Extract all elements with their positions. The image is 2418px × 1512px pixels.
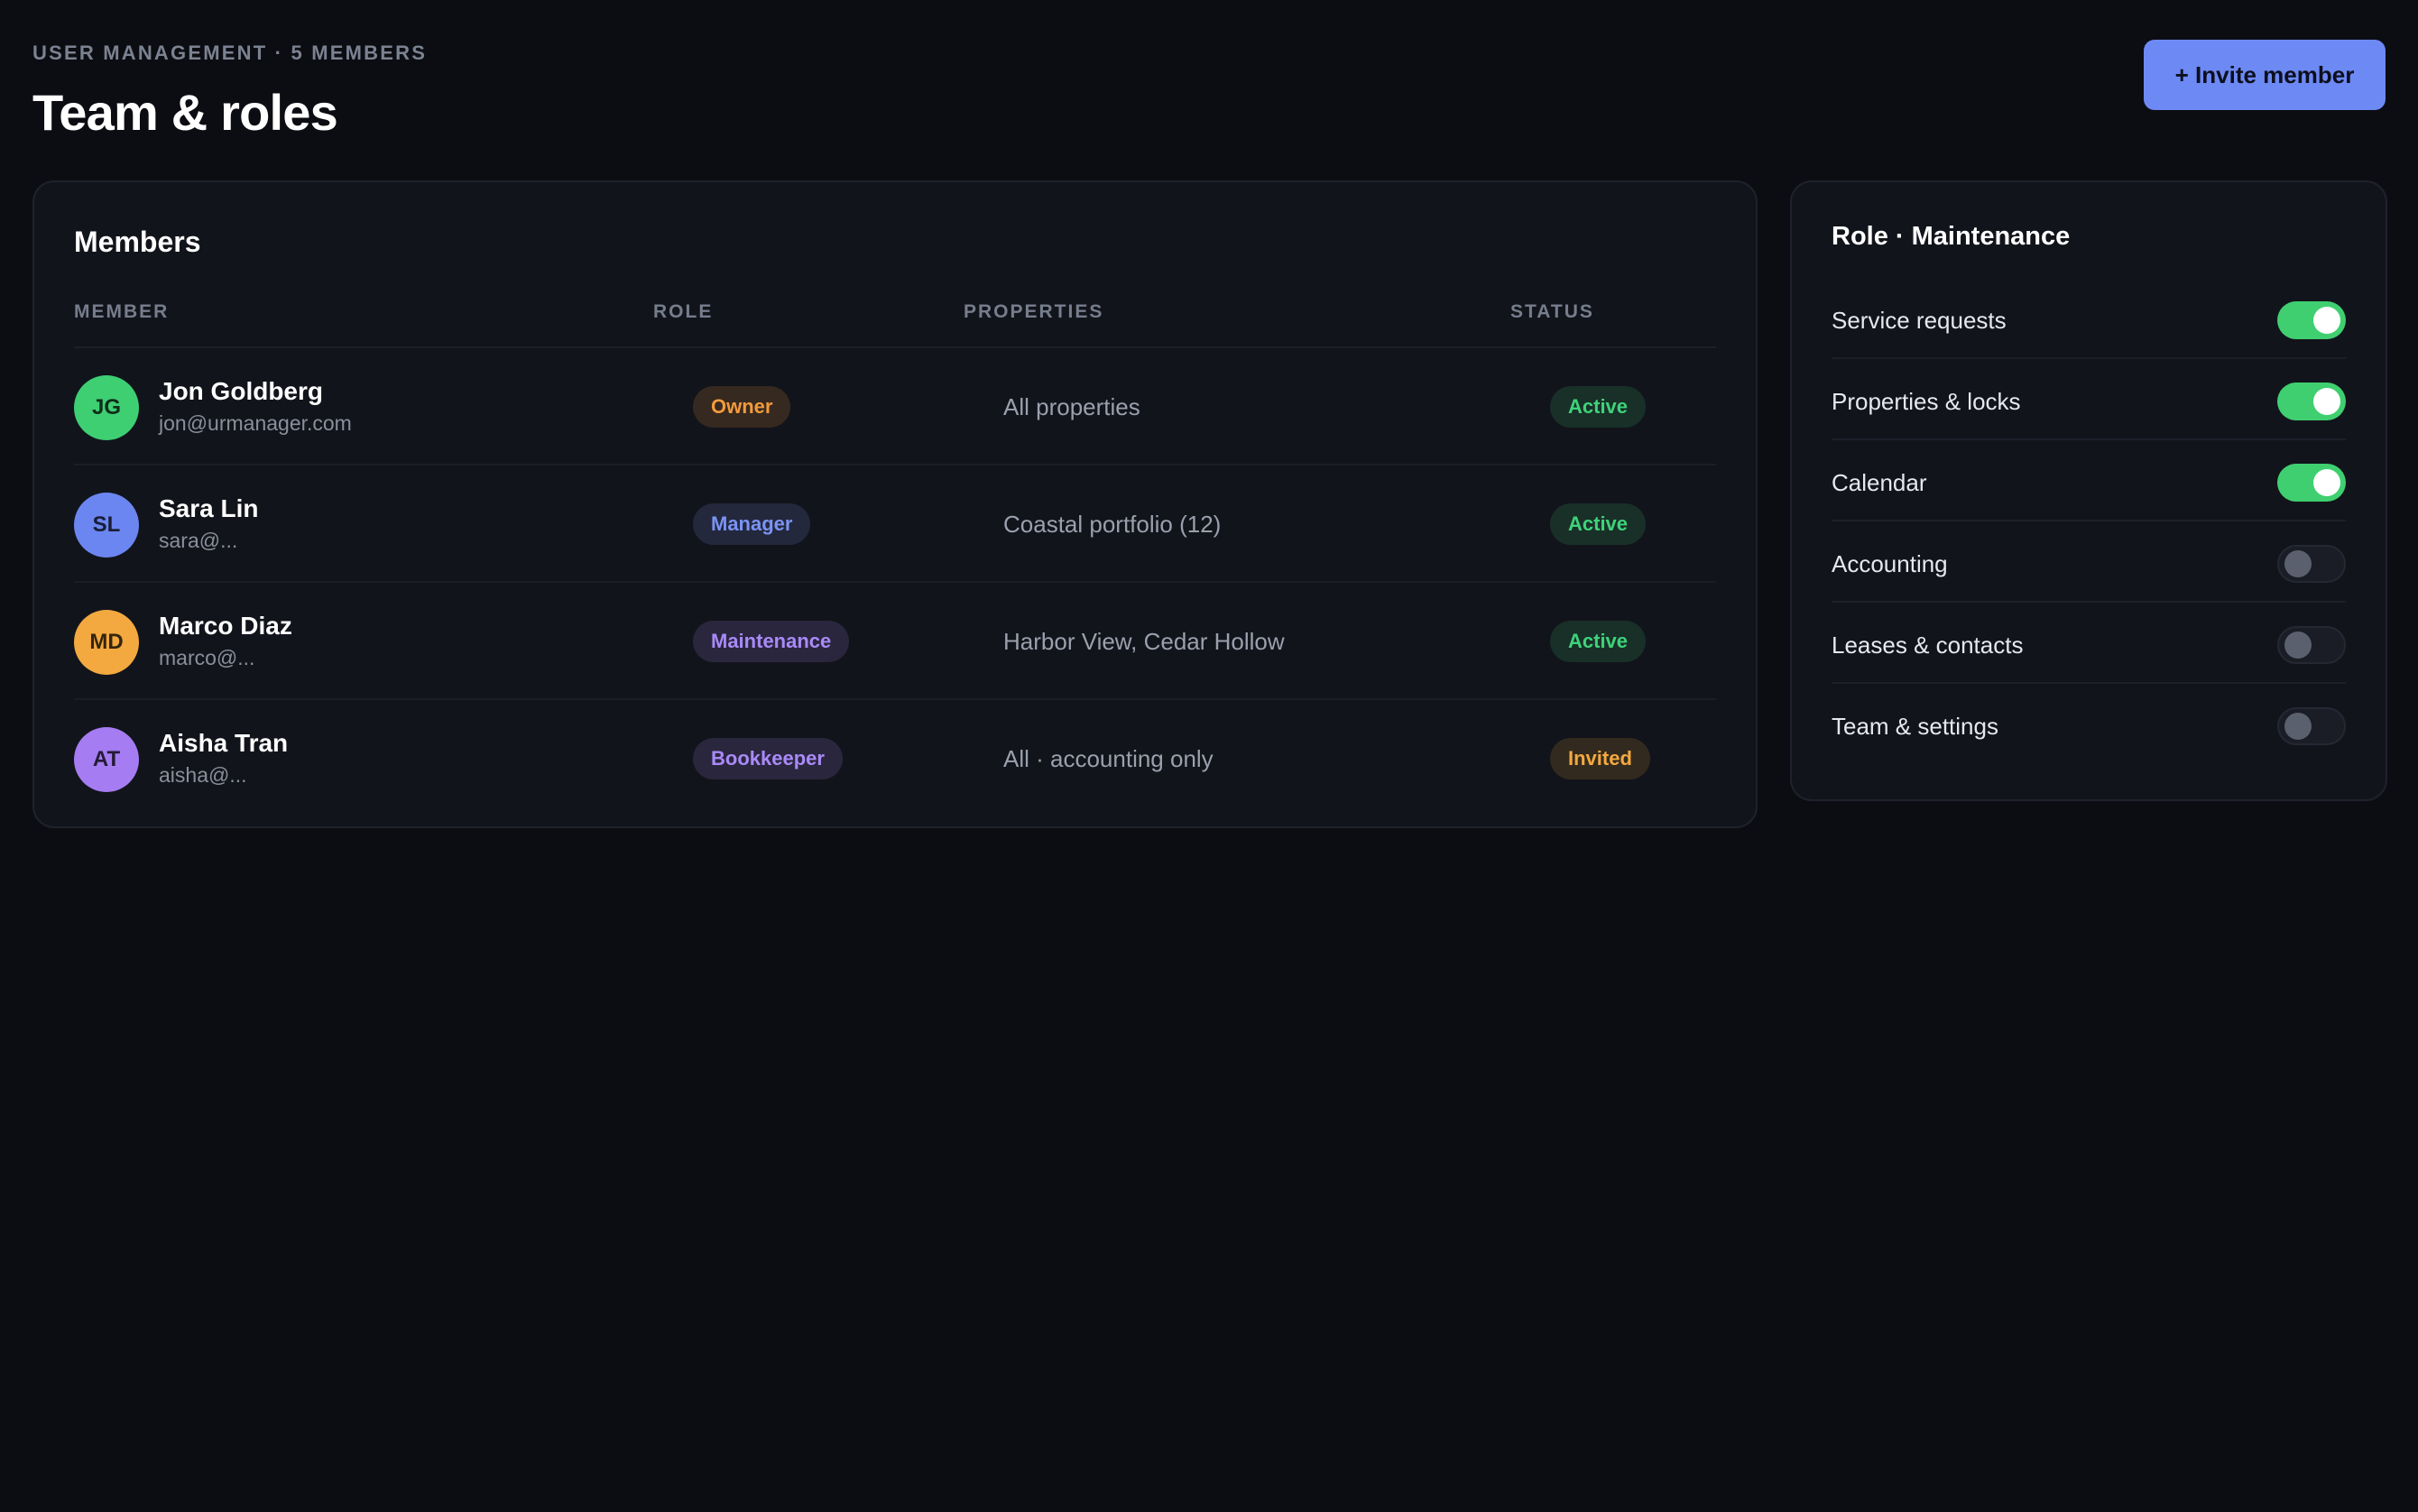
permission-toggle[interactable] — [2277, 383, 2346, 420]
role-panel-title: Role · Maintenance — [1832, 222, 2071, 251]
table-row[interactable]: AT Aisha Tran aisha@... Bookkeeper All ·… — [74, 700, 1716, 817]
toggle-knob — [2284, 632, 2312, 659]
member-name: Aisha Tran — [159, 729, 289, 757]
permission-toggle[interactable] — [2277, 301, 2346, 339]
permission-toggle[interactable] — [2277, 464, 2346, 502]
member-properties: All · accounting only — [1003, 745, 1214, 772]
member-email: aisha@... — [159, 763, 247, 787]
permission-label: Accounting — [1832, 550, 1948, 577]
column-header-role: ROLE — [653, 301, 714, 322]
table-row[interactable]: MD Marco Diaz marco@... Maintenance Harb… — [74, 583, 1716, 700]
avatar: SL — [74, 493, 139, 558]
status-badge: Active — [1550, 386, 1647, 428]
members-panel: Members MEMBER ROLE PROPERTIES STATUS JG… — [32, 180, 1758, 828]
member-name: Marco Diaz — [159, 612, 292, 640]
permission-label: Calendar — [1832, 469, 1927, 496]
member-email: jon@urmanager.com — [159, 411, 352, 435]
member-properties: Coastal portfolio (12) — [1003, 511, 1222, 538]
status-badge: Active — [1550, 503, 1647, 545]
avatar: AT — [74, 727, 139, 792]
table-row[interactable]: JG Jon Goldberg jon@urmanager.com Owner … — [74, 348, 1716, 466]
member-properties: All properties — [1003, 393, 1140, 420]
avatar: MD — [74, 610, 139, 675]
permission-toggle[interactable] — [2277, 545, 2346, 583]
column-header-member: MEMBER — [74, 301, 170, 322]
permission-row-calendar: Calendar — [1832, 440, 2346, 521]
column-header-properties: PROPERTIES — [964, 301, 1104, 322]
status-badge: Invited — [1550, 738, 1650, 779]
toggle-knob — [2313, 388, 2340, 415]
member-properties: Harbor View, Cedar Hollow — [1003, 628, 1285, 655]
permission-row-team-settings: Team & settings — [1832, 684, 2346, 765]
invite-member-button[interactable]: + Invite member — [2144, 40, 2386, 110]
permission-label: Properties & locks — [1832, 388, 2021, 415]
role-badge: Owner — [693, 386, 791, 428]
permission-label: Leases & contacts — [1832, 632, 2024, 659]
role-permissions-panel: Role · Maintenance Service requests Prop… — [1790, 180, 2387, 801]
page-eyebrow: USER MANAGEMENT · 5 MEMBERS — [32, 41, 428, 64]
role-badge: Maintenance — [693, 621, 850, 662]
permission-row-accounting: Accounting — [1832, 521, 2346, 603]
status-badge: Active — [1550, 621, 1647, 662]
permission-toggle[interactable] — [2277, 707, 2346, 745]
permission-toggle[interactable] — [2277, 626, 2346, 664]
member-email: sara@... — [159, 529, 238, 552]
members-title: Members — [74, 226, 201, 258]
page-title: Team & roles — [32, 84, 338, 141]
member-name: Jon Goldberg — [159, 377, 323, 405]
permission-label: Service requests — [1832, 307, 2007, 334]
permission-row-leases-contacts: Leases & contacts — [1832, 603, 2346, 684]
toggle-knob — [2284, 550, 2312, 577]
permission-row-properties-locks: Properties & locks — [1832, 359, 2346, 440]
member-email: marco@... — [159, 646, 255, 669]
toggle-knob — [2313, 307, 2340, 334]
permission-row-service-requests: Service requests — [1832, 278, 2346, 359]
role-badge: Bookkeeper — [693, 738, 843, 779]
permission-label: Team & settings — [1832, 713, 1998, 740]
role-badge: Manager — [693, 503, 811, 545]
table-row[interactable]: SL Sara Lin sara@... Manager Coastal por… — [74, 466, 1716, 583]
toggle-knob — [2313, 469, 2340, 496]
member-name: Sara Lin — [159, 494, 259, 522]
column-header-status: STATUS — [1510, 301, 1594, 322]
toggle-knob — [2284, 713, 2312, 740]
avatar: JG — [74, 375, 139, 440]
